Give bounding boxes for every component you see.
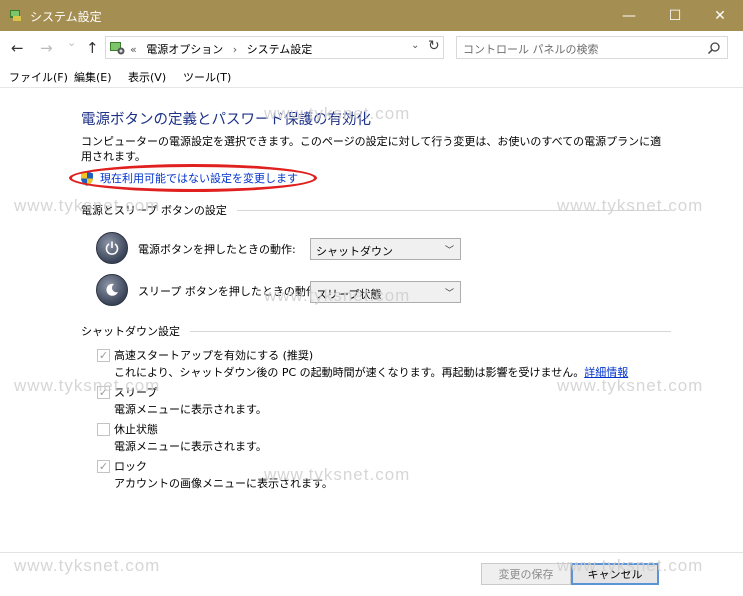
highlight-annotation <box>69 164 317 192</box>
menu-file[interactable]: ファイル(F) <box>9 69 68 85</box>
watermark: www.tyksnet.com <box>557 376 704 395</box>
shutdown-group-title: シャットダウン設定 <box>81 325 180 338</box>
breadcrumb-separator: › <box>232 43 238 56</box>
menu-tools[interactable]: ツール(T) <box>183 69 231 85</box>
up-arrow-icon[interactable]: ↑ <box>86 39 99 57</box>
menu-bar: ファイル(F) 編集(E) 表示(V) ツール(T) <box>0 64 743 88</box>
search-input[interactable]: コントロール パネルの検索 <box>463 41 599 57</box>
power-button-row: 電源ボタンを押したときの動作: <box>96 232 296 264</box>
power-options-icon <box>10 10 21 21</box>
watermark: www.tyksnet.com <box>557 196 704 215</box>
power-button-action-select[interactable]: シャットダウン ﹀ <box>310 238 461 260</box>
watermark: www.tyksnet.com <box>14 556 161 575</box>
maximize-icon: ☐ <box>668 7 682 24</box>
refresh-icon[interactable]: ↻ <box>428 38 440 54</box>
chevron-down-icon: ﹀ <box>444 246 454 256</box>
breadcrumb-system-settings[interactable]: システム設定 <box>247 43 313 56</box>
breadcrumb: « 電源オプション › システム設定 <box>130 41 318 57</box>
checkmark-icon: ✓ <box>98 460 109 473</box>
window-title: システム設定 <box>30 10 102 24</box>
fast-startup-checkbox[interactable]: ✓ <box>97 349 110 362</box>
search-box[interactable]: コントロール パネルの検索 <box>456 36 728 59</box>
forward-arrow-icon[interactable]: → <box>40 39 53 57</box>
shutdown-group-header: シャットダウン設定 <box>81 323 671 339</box>
watermark: www.tyksnet.com <box>264 104 411 123</box>
sleep-button-icon <box>96 274 128 306</box>
control-panel-icon <box>110 42 125 55</box>
fast-startup-label: 高速スタートアップを有効にする (推奨) <box>114 349 314 362</box>
group-divider <box>190 330 671 332</box>
search-icon[interactable] <box>707 41 721 55</box>
menu-edit[interactable]: 編集(E) <box>74 69 112 85</box>
watermark: www.tyksnet.com <box>557 556 704 575</box>
fast-startup-option: ✓ 高速スタートアップを有効にする (推奨) これにより、シャットダウン後の P… <box>97 348 628 381</box>
page-description: コンピューターの電源設定を選択できます。このページの設定に対して行う変更は、お使… <box>81 135 662 163</box>
power-button-action-value: シャットダウン <box>316 245 393 258</box>
fast-startup-description: これにより、シャットダウン後の PC の起動時間が速くなります。再起動は影響を受… <box>114 366 629 379</box>
breadcrumb-overflow[interactable]: « <box>130 43 137 56</box>
menu-view[interactable]: 表示(V) <box>128 69 166 85</box>
power-button-label: 電源ボタンを押したときの動作: <box>138 243 296 256</box>
navigation-bar: ← → ⌄ ↑ « 電源オプション › システム設定 ⌄ ↻ コントロール パネ… <box>0 31 743 64</box>
back-arrow-icon[interactable]: ← <box>11 39 24 57</box>
chevron-down-icon: ﹀ <box>444 289 454 299</box>
watermark: www.tyksnet.com <box>264 286 411 305</box>
sleep-description: 電源メニューに表示されます。 <box>114 403 267 416</box>
watermark: www.tyksnet.com <box>14 196 161 215</box>
maximize-button[interactable]: ☐ <box>652 0 698 31</box>
minimize-button[interactable]: — <box>606 0 652 31</box>
sleep-button-row: スリープ ボタンを押したときの動作: <box>96 274 321 306</box>
title-bar: システム設定 — ☐ ✕ <box>0 0 743 31</box>
minimize-icon: — <box>622 7 636 24</box>
hibernate-label: 休止状態 <box>114 423 158 436</box>
address-bar[interactable]: « 電源オプション › システム設定 ⌄ ↻ <box>105 36 444 59</box>
hibernate-description: 電源メニューに表示されます。 <box>114 440 267 453</box>
hibernate-option: 休止状態 電源メニューに表示されます。 <box>97 422 267 455</box>
watermark: www.tyksnet.com <box>14 376 161 395</box>
breadcrumb-power-options[interactable]: 電源オプション <box>146 43 223 56</box>
recent-locations-icon[interactable]: ⌄ <box>67 36 76 49</box>
address-dropdown-icon[interactable]: ⌄ <box>411 40 419 51</box>
footer-divider <box>0 552 743 553</box>
close-button[interactable]: ✕ <box>697 0 743 31</box>
close-icon: ✕ <box>714 7 726 24</box>
hibernate-checkbox[interactable] <box>97 423 110 436</box>
power-button-icon <box>96 232 128 264</box>
checkmark-icon: ✓ <box>98 349 109 362</box>
lock-checkbox[interactable]: ✓ <box>97 460 110 473</box>
watermark: www.tyksnet.com <box>264 465 411 484</box>
